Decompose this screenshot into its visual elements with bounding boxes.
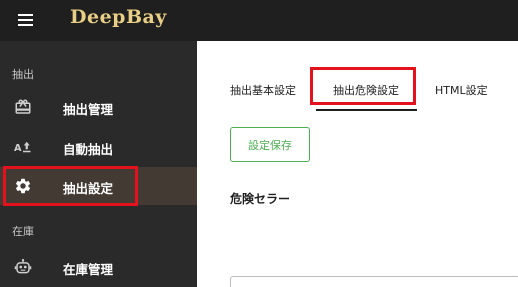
hamburger-menu-icon[interactable] [18, 14, 33, 26]
sidebar-item-label: 自動抽出 [63, 142, 114, 157]
sidebar-item-label: 抽出設定 [63, 181, 114, 196]
brand-logo[interactable]: DeepBay [70, 6, 167, 28]
active-tab-indicator [316, 109, 417, 111]
translate-upload-icon: A [14, 138, 32, 156]
gift-icon [14, 98, 32, 116]
main-content: 抽出基本設定 抽出危険設定 HTML設定 設定保存 危険セラー [197, 41, 518, 287]
sidebar-item-label: 抽出管理 [63, 102, 114, 117]
sidebar-item-auto-extract[interactable]: A 自動抽出 [0, 128, 197, 166]
top-bar: DeepBay [0, 0, 518, 41]
tab-html-settings[interactable]: HTML設定 [435, 82, 488, 98]
tab-extract-danger-settings[interactable]: 抽出危険設定 [333, 82, 399, 98]
svg-text:A: A [14, 143, 22, 154]
save-settings-button[interactable]: 設定保存 [230, 127, 310, 162]
danger-seller-label: 危険セラー [230, 192, 291, 206]
sidebar-item-label: 在庫管理 [63, 262, 114, 277]
tab-extract-basic-settings[interactable]: 抽出基本設定 [230, 82, 296, 98]
sidebar-item-stock-management[interactable]: 在庫管理 [0, 248, 197, 286]
sidebar-item-extract-settings[interactable]: 抽出設定 [0, 167, 197, 205]
sidebar: 抽出 抽出管理 A 自動抽出 抽出設定 在庫 在庫管理 [0, 41, 197, 287]
sidebar-section-extract: 抽出 [12, 68, 34, 81]
robot-icon [14, 258, 32, 276]
gear-icon [14, 177, 32, 195]
sidebar-section-stock: 在庫 [12, 225, 34, 238]
danger-seller-field[interactable] [230, 276, 518, 287]
sidebar-item-extract-management[interactable]: 抽出管理 [0, 88, 197, 126]
